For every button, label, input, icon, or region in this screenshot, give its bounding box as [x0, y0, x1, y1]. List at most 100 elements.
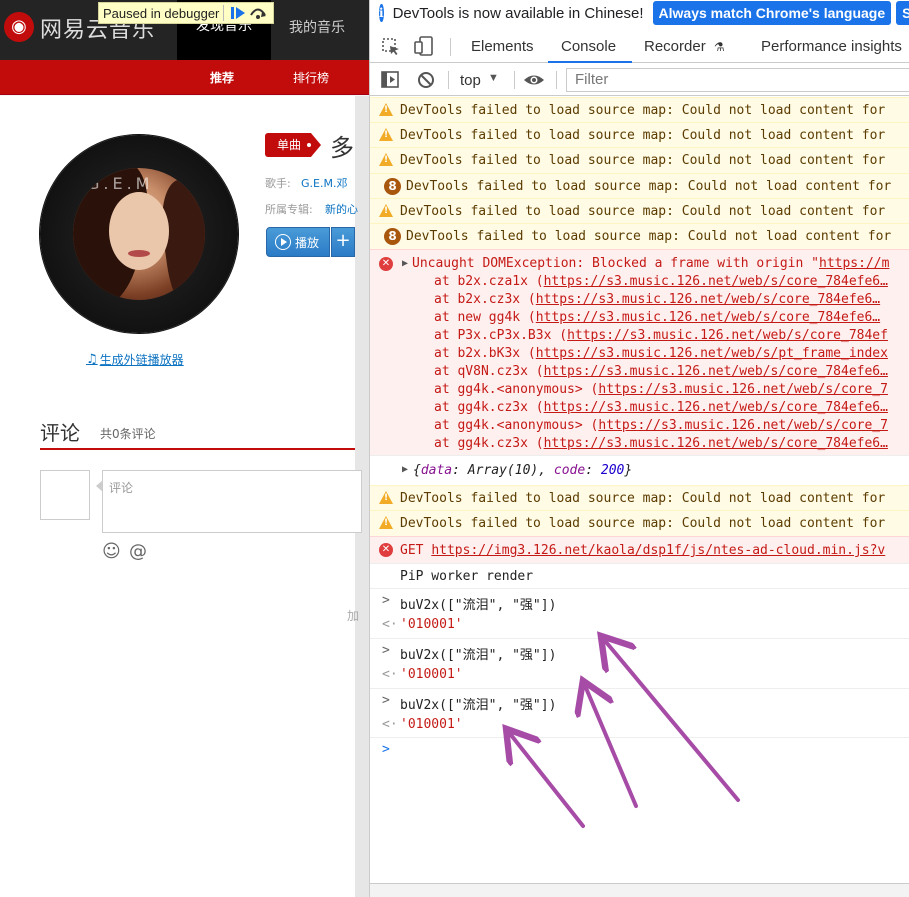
add-to-playlist-button[interactable]: + — [331, 227, 355, 257]
bottom-drawer[interactable] — [370, 883, 909, 897]
stack-frame-link[interactable]: https://s3.music.126.net/web/s/core_7 — [598, 418, 888, 433]
active-tab-indicator — [548, 61, 632, 63]
stack-frame[interactable]: at P3x.cP3x.B3x (https://s3.music.126.ne… — [434, 328, 888, 343]
tab-recorder[interactable]: Recorder ⚗ — [644, 38, 725, 55]
external-player-link[interactable]: ♫ 生成外链播放器 — [86, 351, 184, 368]
console-warning-row[interactable]: ! DevTools failed to load source map: Co… — [370, 510, 909, 536]
stack-frame-function: at b2x.cza1x ( — [434, 274, 544, 289]
stack-frame[interactable]: at gg4k.<anonymous> (https://s3.music.12… — [434, 418, 888, 433]
network-error-text: GET https://img3.126.net/kaola/dsp1f/js/… — [400, 543, 886, 558]
console-prompt-input[interactable]: > — [370, 737, 909, 763]
infobar-message: DevTools is now available in Chinese! — [392, 4, 644, 22]
stack-frame-function: at gg4k.cz3x ( — [434, 436, 544, 451]
input-prompt-icon: > — [382, 643, 390, 658]
warning-text: DevTools failed to load source map: Coul… — [400, 516, 886, 531]
emoji-icon[interactable]: ☺ — [102, 541, 121, 562]
console-result-row[interactable]: <· '010001' — [370, 713, 909, 737]
console-exception-row[interactable]: ✕ ▶ Uncaught DOMException: Blocked a fra… — [370, 249, 909, 455]
tab-elements[interactable]: Elements — [471, 38, 534, 55]
console-filter-input[interactable]: Filter — [566, 68, 909, 92]
stack-frame[interactable]: at gg4k.cz3x (https://s3.music.126.net/w… — [434, 400, 888, 415]
expand-triangle-icon[interactable]: ▶ — [402, 464, 408, 475]
console-warning-group-row[interactable]: 8 DevTools failed to load source map: Co… — [370, 173, 909, 198]
play-icon — [275, 234, 291, 250]
stack-frame[interactable]: at b2x.cz3x (https://s3.music.126.net/we… — [434, 292, 880, 307]
stack-frame-link[interactable]: https://s3.music.126.net/web/s/core_7 — [598, 382, 888, 397]
stack-frame-link[interactable]: https://s3.music.126.net/web/s/core_784e… — [536, 310, 880, 325]
flask-icon: ⚗ — [713, 40, 725, 54]
comment-textarea[interactable]: 评论 — [102, 470, 362, 533]
switch-language-button[interactable]: S — [896, 1, 909, 25]
stack-frame-link[interactable]: https://s3.music.126.net/web/s/core_784e… — [544, 274, 888, 289]
log-text: PiP worker render — [400, 569, 534, 584]
console-command-row[interactable]: > buV2x(["流泪", "强"]) — [370, 588, 909, 613]
warning-icon: ! — [379, 128, 393, 141]
stack-frame-link[interactable]: https://s3.music.126.net/web/s/core_784e… — [567, 328, 888, 343]
stack-frame-link[interactable]: https://s3.music.126.net/web/s/pt_frame_… — [536, 346, 888, 361]
tab-recorder-label: Recorder — [644, 38, 706, 55]
stack-frame-function: at b2x.bK3x ( — [434, 346, 536, 361]
expand-triangle-icon[interactable]: ▶ — [402, 258, 408, 269]
subnav-recommend[interactable]: 推荐 — [210, 69, 234, 86]
console-network-error-row[interactable]: ✕ GET https://img3.126.net/kaola/dsp1f/j… — [370, 536, 909, 563]
info-icon: i — [379, 4, 384, 22]
music-note-icon: ♫ — [86, 352, 98, 367]
device-toolbar-icon[interactable] — [414, 36, 434, 56]
divider — [450, 38, 451, 56]
stack-frame[interactable]: at b2x.cza1x (https://s3.music.126.net/w… — [434, 274, 888, 289]
command-text: buV2x(["流泪", "强"]) — [400, 648, 557, 663]
console-result-row[interactable]: <· '010001' — [370, 663, 909, 688]
stack-frame-link[interactable]: https://s3.music.126.net/web/s/core_784e… — [544, 400, 888, 415]
live-expression-eye-icon[interactable] — [523, 71, 545, 89]
tab-console[interactable]: Console — [561, 38, 616, 55]
play-button[interactable]: 播放 — [266, 227, 330, 257]
console-warning-row[interactable]: ! DevTools failed to load source map: Co… — [370, 198, 909, 223]
result-text: '010001' — [400, 667, 463, 682]
console-warning-row[interactable]: ! DevTools failed to load source map: Co… — [370, 485, 909, 510]
output-prompt-icon: <· — [382, 717, 398, 732]
stack-frame-link[interactable]: https://s3.music.126.net/web/s/core_784e… — [536, 292, 880, 307]
nav-my-music[interactable]: 我的音乐 — [289, 17, 345, 37]
console-warning-row[interactable]: ! DevTools failed to load source map: Co… — [370, 122, 909, 147]
command-text: buV2x(["流泪", "强"]) — [400, 698, 557, 713]
console-result-row[interactable]: <· '010001' — [370, 613, 909, 638]
mention-icon[interactable]: @ — [129, 541, 147, 562]
console-command-row[interactable]: > buV2x(["流泪", "强"]) — [370, 638, 909, 663]
artist-link[interactable]: G.E.M.邓 — [301, 175, 347, 191]
stack-frame[interactable]: at new gg4k (https://s3.music.126.net/we… — [434, 310, 880, 325]
cover-text: G.E.M — [87, 174, 154, 193]
stack-frame-link[interactable]: https://s3.music.126.net/web/s/core_784e… — [544, 436, 888, 451]
console-output: ! DevTools failed to load source map: Co… — [370, 97, 909, 883]
album-link[interactable]: 新的心 — [325, 201, 358, 217]
stack-frame-function: at gg4k.<anonymous> ( — [434, 418, 599, 433]
show-sidebar-icon[interactable] — [381, 71, 399, 88]
console-warning-group-row[interactable]: 8 DevTools failed to load source map: Co… — [370, 223, 909, 249]
subnav-rank[interactable]: 排行榜 — [293, 69, 329, 86]
console-log-row[interactable]: PiP worker render — [370, 563, 909, 588]
output-prompt-icon: <· — [382, 667, 398, 682]
stack-frame[interactable]: at b2x.bK3x (https://s3.music.126.net/we… — [434, 346, 888, 361]
step-over-icon[interactable] — [248, 4, 268, 22]
inspect-element-icon[interactable] — [382, 38, 400, 56]
resume-icon[interactable] — [228, 4, 248, 22]
warning-text: DevTools failed to load source map: Coul… — [406, 179, 892, 194]
tab-performance-insights[interactable]: Performance insights — [761, 38, 902, 55]
warning-icon: ! — [379, 103, 393, 116]
console-object-log-row[interactable]: ▶ {data: Array(10), code: 200} — [370, 455, 909, 485]
warning-text: DevTools failed to load source map: Coul… — [400, 204, 886, 219]
clear-console-icon[interactable] — [417, 71, 435, 89]
result-text: '010001' — [400, 717, 463, 732]
match-language-button[interactable]: Always match Chrome's language — [652, 1, 892, 25]
repeat-count-badge: 8 — [384, 228, 401, 245]
stack-frame[interactable]: at gg4k.<anonymous> (https://s3.music.12… — [434, 382, 888, 397]
warning-text: DevTools failed to load source map: Coul… — [400, 153, 886, 168]
console-warning-row[interactable]: ! DevTools failed to load source map: Co… — [370, 97, 909, 122]
execution-context-select[interactable]: top — [460, 72, 481, 89]
chevron-down-icon[interactable]: ▼ — [488, 72, 499, 84]
stack-frame[interactable]: at qV8N.cz3x (https://s3.music.126.net/w… — [434, 364, 888, 379]
console-warning-row[interactable]: ! DevTools failed to load source map: Co… — [370, 147, 909, 173]
stack-frame-link[interactable]: https://s3.music.126.net/web/s/core_784e… — [544, 364, 888, 379]
stack-frame[interactable]: at gg4k.cz3x (https://s3.music.126.net/w… — [434, 436, 888, 451]
netease-logo-icon[interactable]: ◉ — [4, 12, 34, 42]
console-command-row[interactable]: > buV2x(["流泪", "强"]) — [370, 688, 909, 713]
